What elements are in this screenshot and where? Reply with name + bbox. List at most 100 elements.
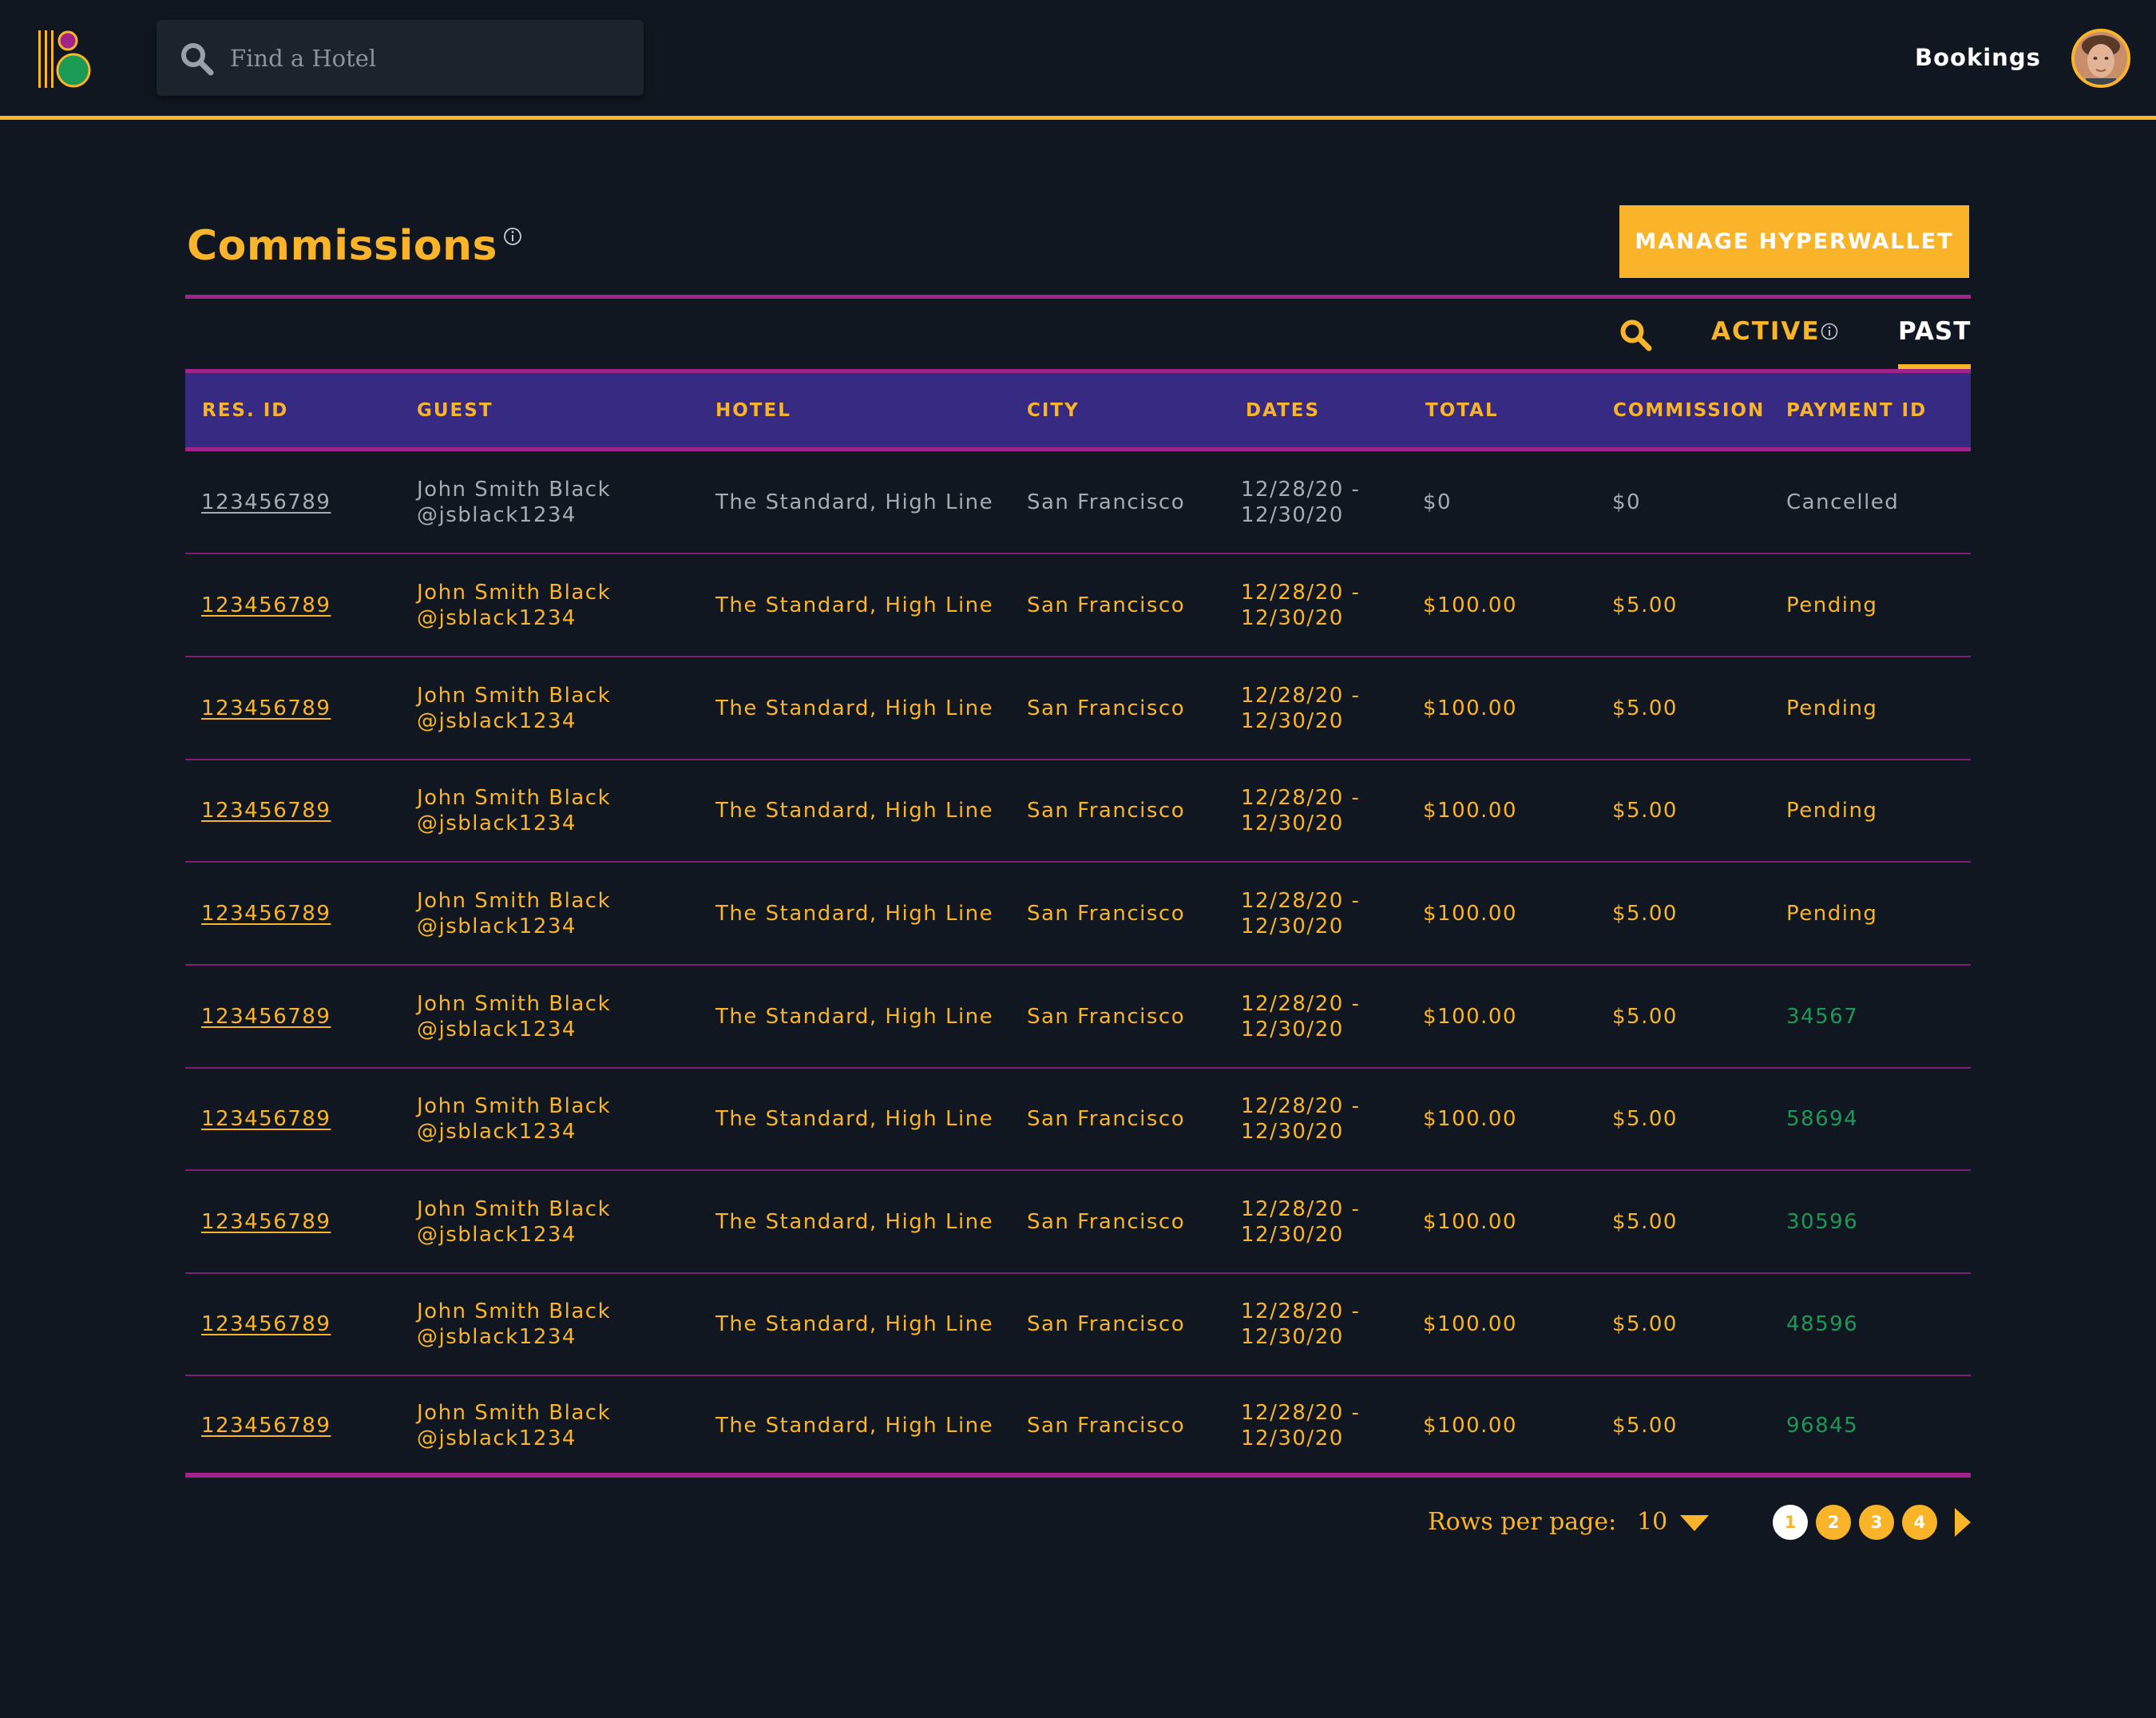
dates-cell: 12/28/20 -12/30/20	[1241, 1196, 1360, 1248]
guest-name: John Smith Black	[417, 478, 612, 502]
res-id-link[interactable]: 123456789	[201, 798, 331, 823]
city-cell: San Francisco	[1027, 593, 1185, 618]
divider	[185, 295, 1971, 299]
res-id[interactable]: 123456789	[201, 1413, 331, 1438]
res-id-link[interactable]: 123456789	[201, 1413, 331, 1438]
column-header-res-id[interactable]: RES. ID	[202, 400, 288, 421]
guest-handle: @jsblack1234	[417, 709, 577, 733]
guest-handle: @jsblack1234	[417, 915, 577, 938]
page-title: Commissions	[187, 222, 497, 270]
page-button-3[interactable]: 3	[1859, 1505, 1894, 1540]
total: $100.00	[1423, 593, 1518, 617]
payment-id-cell: Pending	[1786, 593, 1877, 618]
column-header-guest[interactable]: GUEST	[417, 400, 493, 421]
info-icon[interactable]	[1821, 323, 1838, 340]
city: San Francisco	[1027, 1107, 1186, 1131]
commission: $5.00	[1612, 593, 1678, 617]
res-id[interactable]: 123456789	[201, 1209, 331, 1235]
res-id-link[interactable]: 123456789	[201, 1004, 331, 1030]
payment-id: 48596	[1786, 1312, 1859, 1336]
hotel: The Standard, High Line	[715, 1005, 994, 1029]
column-header-city[interactable]: CITY	[1027, 400, 1080, 421]
city-cell: San Francisco	[1027, 798, 1185, 823]
rows-per-page-select[interactable]: 10	[1637, 1508, 1667, 1536]
caret-down-icon[interactable]	[1680, 1515, 1709, 1531]
guest-name: John Smith Black	[417, 684, 612, 708]
column-header-payment-id[interactable]: PAYMENT ID	[1786, 400, 1927, 421]
date-end: 12/30/20	[1241, 915, 1344, 938]
hotel-search-box[interactable]	[157, 20, 644, 96]
hotel-cell: The Standard, High Line	[715, 1106, 993, 1132]
page-button-4[interactable]: 4	[1902, 1505, 1937, 1540]
dates-cell: 12/28/20 -12/30/20	[1241, 683, 1360, 734]
total-cell: $100.00	[1423, 1004, 1517, 1030]
res-id-link[interactable]: 123456789	[201, 593, 331, 618]
column-header-dates[interactable]: DATES	[1246, 400, 1320, 421]
date-start: 12/28/20 -	[1241, 992, 1361, 1016]
res-id[interactable]: 123456789	[201, 1106, 331, 1132]
res-id[interactable]: 123456789	[201, 1311, 331, 1337]
user-avatar[interactable]	[2071, 29, 2130, 88]
date-end: 12/30/20	[1241, 709, 1344, 733]
res-id[interactable]: 123456789	[201, 1004, 331, 1030]
res-id[interactable]: 123456789	[201, 901, 331, 926]
date-start: 12/28/20 -	[1241, 478, 1361, 502]
payment-id: 58694	[1786, 1107, 1859, 1131]
hotel-cell: The Standard, High Line	[715, 1413, 993, 1438]
date-start: 12/28/20 -	[1241, 581, 1361, 605]
tab-past[interactable]: PAST	[1898, 317, 1971, 346]
city-cell: San Francisco	[1027, 1413, 1185, 1438]
payment-id-cell: 30596	[1786, 1209, 1858, 1235]
page-button-1[interactable]: 1	[1773, 1505, 1808, 1540]
hotel: The Standard, High Line	[715, 1414, 994, 1438]
payment-id-cell: 48596	[1786, 1311, 1858, 1337]
commission-cell: $5.00	[1612, 798, 1678, 823]
city-cell: San Francisco	[1027, 1311, 1185, 1337]
res-id-link[interactable]: 123456789	[201, 490, 331, 515]
res-id-link[interactable]: 123456789	[201, 696, 331, 721]
hotel: The Standard, High Line	[715, 1107, 994, 1131]
res-id-link[interactable]: 123456789	[201, 1106, 331, 1132]
res-id-link[interactable]: 123456789	[201, 1209, 331, 1235]
commission: $5.00	[1612, 1210, 1678, 1234]
column-header-hotel[interactable]: HOTEL	[715, 400, 791, 421]
column-header-commission[interactable]: COMMISSION	[1613, 400, 1765, 421]
column-header-total[interactable]: TOTAL	[1425, 400, 1499, 421]
guest-cell: John Smith Black @jsblack1234	[417, 1196, 611, 1248]
res-id[interactable]: 123456789	[201, 696, 331, 721]
guest-name: John Smith Black	[417, 992, 612, 1016]
table-header-row: RES. ID GUEST HOTEL CITY DATES TOTAL COM…	[185, 369, 1971, 451]
total: $100.00	[1423, 902, 1518, 926]
total-cell: $100.00	[1423, 696, 1517, 721]
date-end: 12/30/20	[1241, 1325, 1344, 1349]
total: $0	[1423, 490, 1453, 514]
nav-bookings-link[interactable]: Bookings	[1915, 44, 2041, 71]
guest-cell: John Smith Black @jsblack1234	[417, 1093, 611, 1145]
res-id[interactable]: 123456789	[201, 593, 331, 618]
date-end: 12/30/20	[1241, 1223, 1344, 1247]
payment-id: 34567	[1786, 1005, 1859, 1029]
res-id[interactable]: 123456789	[201, 798, 331, 823]
guest-name: John Smith Black	[417, 889, 612, 913]
info-icon[interactable]	[503, 227, 522, 246]
dates-cell: 12/28/20 -12/30/20	[1241, 477, 1360, 528]
brand-logo[interactable]	[37, 29, 94, 89]
res-id[interactable]: 123456789	[201, 490, 331, 515]
res-id-link[interactable]: 123456789	[201, 1311, 331, 1337]
hotel-search-input[interactable]	[230, 20, 629, 96]
table-row: 123456789 John Smith Black @jsblack1234 The…	[185, 760, 1971, 863]
chevron-right-icon[interactable]	[1955, 1508, 1971, 1537]
date-end: 12/30/20	[1241, 503, 1344, 527]
total-cell: $100.00	[1423, 593, 1517, 618]
city-cell: San Francisco	[1027, 901, 1185, 926]
tab-active[interactable]: ACTIVE	[1711, 317, 1821, 346]
res-id-link[interactable]: 123456789	[201, 901, 331, 926]
page-button-2[interactable]: 2	[1816, 1505, 1851, 1540]
manage-hyperwallet-button[interactable]: MANAGE HYPERWALLET	[1619, 205, 1969, 278]
city: San Francisco	[1027, 593, 1186, 617]
guest-handle: @jsblack1234	[417, 811, 577, 835]
city: San Francisco	[1027, 799, 1186, 823]
date-start: 12/28/20 -	[1241, 684, 1361, 708]
table-search-icon[interactable]	[1619, 318, 1652, 351]
total: $100.00	[1423, 1005, 1518, 1029]
